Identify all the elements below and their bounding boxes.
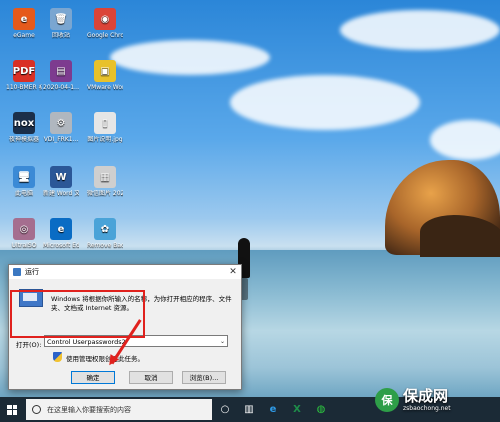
windows-icon	[7, 404, 17, 415]
desktop-icon-label: 夜神模拟器	[8, 136, 39, 143]
desktop-icon[interactable]: ▣ VMware Workstati...	[87, 60, 123, 91]
shield-icon	[53, 352, 62, 362]
close-icon[interactable]: ✕	[227, 266, 239, 278]
desktop-icon[interactable]: W 新建 Word 文档	[43, 166, 79, 197]
cloud	[430, 120, 500, 160]
cloud	[340, 10, 500, 50]
browse-button[interactable]: 浏览(B)...	[182, 371, 226, 384]
desktop-icon[interactable]: ▯ 图片说明.jpg	[87, 112, 123, 143]
desktop-app-icon: 🖥	[13, 166, 35, 188]
desktop-app-icon: ⚙	[50, 112, 72, 134]
taskbar-edge-icon[interactable]: e	[262, 397, 284, 422]
desktop-icon-label: 图片说明.jpg	[87, 136, 123, 143]
taskbar-apps-icon[interactable]: ▥	[238, 397, 260, 422]
desktop-icon-label: eGame	[13, 32, 35, 39]
desktop-icon-label: Google Chrome	[87, 32, 123, 39]
desktop-icon[interactable]: ◎ UltraISO	[6, 218, 42, 249]
watermark: 保 保成网 zsbaochong.net	[375, 378, 500, 422]
search-input[interactable]: 在这里输入你要搜索的内容	[26, 399, 212, 420]
cancel-button[interactable]: 取消	[129, 371, 173, 384]
desktop-icon[interactable]: ▦ 微信图片 20200412...	[87, 166, 123, 197]
start-button[interactable]	[0, 397, 24, 422]
desktop-icon[interactable]: ▤ 2020-04-1...	[43, 60, 79, 91]
desktop-app-icon: ◉	[94, 8, 116, 30]
desktop-app-icon: ▯	[94, 112, 116, 134]
desktop-icon-label: Microsoft Edge	[43, 242, 79, 249]
desktop-app-icon: ▣	[94, 60, 116, 82]
desktop-app-icon: ◎	[13, 218, 35, 240]
taskbar-icons: ○ ▥ e X ◍	[212, 397, 332, 422]
taskbar-excel-icon[interactable]: X	[286, 397, 308, 422]
desktop-icon[interactable]: ◉ Google Chrome	[87, 8, 123, 39]
run-title: 运行	[25, 268, 39, 276]
desktop-app-icon: ✿	[94, 218, 116, 240]
desktop-app-icon: e	[50, 218, 72, 240]
desktop-icon-label: 110-BMER 初始化工具	[6, 84, 42, 91]
search-placeholder: 在这里输入你要搜索的内容	[47, 405, 131, 414]
desktop-app-icon: PDF	[13, 60, 35, 82]
cloud	[110, 40, 270, 75]
desktop-icon[interactable]: 🖥 此电脑	[6, 166, 42, 197]
desktop-icon[interactable]: PDF 110-BMER 初始化工具	[6, 60, 42, 91]
watermark-logo-icon: 保	[375, 388, 399, 412]
desktop-icon-label: VMware Workstati...	[87, 84, 123, 91]
desktop-icon-label: 回收站	[51, 32, 70, 39]
desktop-icon[interactable]: e Microsoft Edge	[43, 218, 79, 249]
desktop-icon-label: 微信图片 20200412...	[87, 190, 123, 197]
desktop-icon-label: VDI_FRK1...	[43, 136, 79, 143]
desktop-icon[interactable]: ✿ Remove Background	[87, 218, 123, 249]
desktop-icon-label: 此电脑	[14, 190, 33, 197]
task-view-icon[interactable]: ○	[214, 397, 236, 422]
open-label: 打开(O):	[16, 341, 42, 349]
desktop-app-icon: ▤	[50, 60, 72, 82]
desktop-icon-label: Remove Background	[87, 242, 123, 249]
run-app-icon	[13, 268, 21, 276]
ok-button[interactable]: 确定	[71, 371, 115, 384]
watermark-title: 保成网	[403, 386, 449, 405]
desktop-icon-label: 新建 Word 文档	[43, 190, 79, 197]
desktop-app-icon: e	[13, 8, 35, 30]
rock-base	[420, 215, 500, 257]
desktop-app-icon: ▦	[94, 166, 116, 188]
desktop-icon[interactable]: nox 夜神模拟器	[6, 112, 42, 143]
highlight-box	[10, 290, 145, 338]
desktop-app-icon: 🗑	[50, 8, 72, 30]
run-title-bar[interactable]: 运行	[9, 265, 241, 279]
search-icon	[32, 405, 41, 414]
desktop-icon-label: 2020-04-1...	[43, 84, 79, 91]
desktop-icon-label: UltraISO	[11, 242, 37, 249]
cloud	[230, 75, 420, 130]
open-input-value: Control Userpasswords2	[47, 338, 126, 346]
watermark-url: zsbaochong.net	[403, 404, 451, 412]
desktop-icon[interactable]: 🗑 回收站	[43, 8, 79, 39]
desktop-app-icon: W	[50, 166, 72, 188]
desktop-icon[interactable]: e eGame	[6, 8, 42, 39]
desktop-app-icon: nox	[13, 112, 35, 134]
desktop-icon[interactable]: ⚙ VDI_FRK1...	[43, 112, 79, 143]
taskbar-wechat-icon[interactable]: ◍	[310, 397, 332, 422]
chevron-down-icon[interactable]: ⌄	[220, 336, 225, 348]
